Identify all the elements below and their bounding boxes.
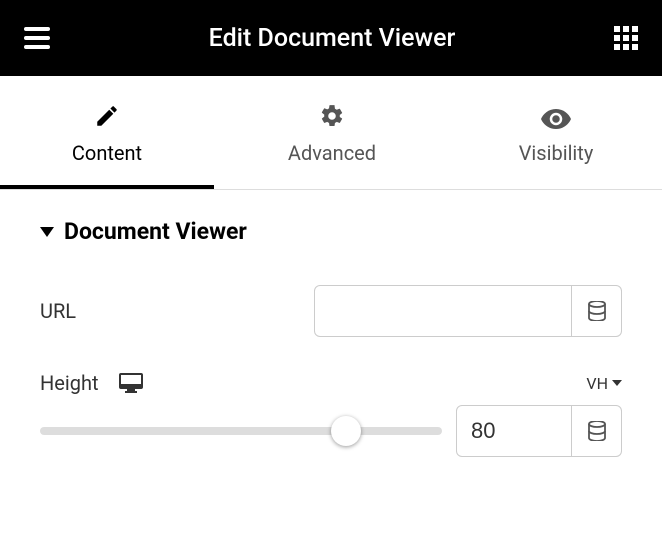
- height-slider[interactable]: [40, 413, 442, 449]
- unit-select[interactable]: VH: [586, 374, 622, 393]
- topbar: Edit Document Viewer: [0, 0, 662, 76]
- height-input[interactable]: [456, 405, 572, 457]
- height-row: Height VH: [40, 371, 622, 395]
- section: Document Viewer URL Height VH: [0, 190, 662, 457]
- tab-advanced[interactable]: Advanced: [214, 76, 450, 189]
- desktop-icon: [119, 373, 143, 393]
- slider-thumb[interactable]: [331, 416, 361, 446]
- page-title: Edit Document Viewer: [209, 24, 456, 53]
- apps-button[interactable]: [614, 26, 638, 50]
- caret-down-icon: [40, 227, 54, 237]
- chevron-down-icon: [612, 380, 622, 386]
- url-input[interactable]: [314, 285, 572, 337]
- tab-visibility[interactable]: Visibility: [450, 76, 662, 189]
- menu-button[interactable]: [24, 27, 50, 49]
- tab-label: Content: [72, 141, 142, 165]
- height-label: Height: [40, 371, 99, 395]
- dynamic-tags-button[interactable]: [572, 405, 622, 457]
- dynamic-tags-button[interactable]: [572, 285, 622, 337]
- tab-label: Visibility: [519, 141, 594, 165]
- section-toggle[interactable]: Document Viewer: [40, 218, 622, 245]
- height-input-group: [456, 405, 622, 457]
- grid-icon: [614, 26, 638, 50]
- tab-content[interactable]: Content: [0, 76, 214, 189]
- tab-label: Advanced: [288, 141, 376, 165]
- eye-icon: [541, 109, 571, 129]
- section-title: Document Viewer: [64, 218, 247, 245]
- database-icon: [588, 301, 606, 321]
- unit-label: VH: [586, 374, 608, 393]
- database-icon: [588, 421, 606, 441]
- pencil-icon: [94, 103, 120, 129]
- responsive-button[interactable]: [119, 373, 143, 393]
- url-input-group: [314, 285, 622, 337]
- tabs: Content Advanced Visibility: [0, 76, 662, 190]
- url-label: URL: [40, 299, 314, 323]
- height-label-group: Height: [40, 371, 143, 395]
- hamburger-icon: [24, 27, 50, 49]
- gear-icon: [319, 103, 345, 129]
- slider-row: [40, 405, 622, 457]
- slider-track: [40, 427, 442, 435]
- url-row: URL: [40, 285, 622, 337]
